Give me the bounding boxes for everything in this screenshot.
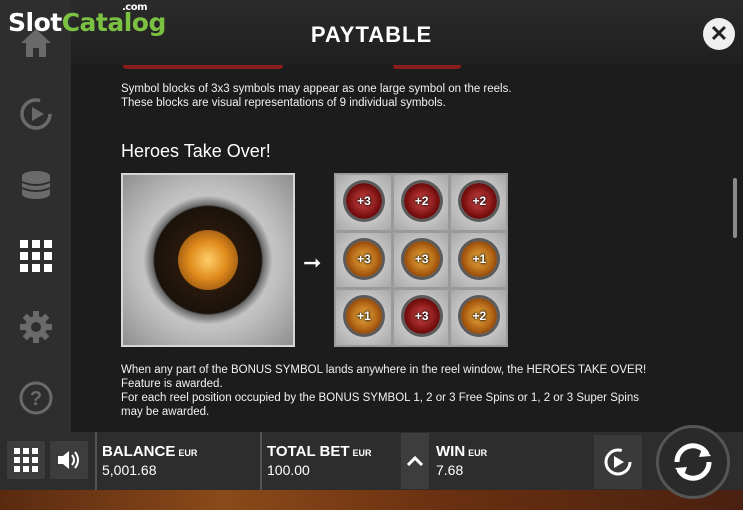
speaker-icon [58,451,79,469]
balance-value: 5,001.68 [102,462,157,478]
grid-cell: +3 [393,290,449,345]
spin-button[interactable] [656,425,730,499]
help-icon: ? [19,381,52,415]
win-unit: EUR [468,448,488,458]
divider [260,432,262,490]
spin-bonus-orb: +3 [403,298,440,335]
block-text-line-1: Symbol blocks of 3x3 symbols may appear … [121,83,512,95]
balance-label-text: BALANCE [102,443,176,460]
bonus-grid: +3 +2 +2 +3 +3 +1 +1 +3 +2 [334,173,508,347]
grid-icon [19,240,52,272]
total-bet-label-text: TOTAL BET [267,443,350,460]
logo-com-text: .com [122,2,148,13]
spin-bonus-orb: +2 [403,183,440,219]
autoplay-icon [604,448,632,476]
description-line-3: For each reel position occupied by the B… [121,392,639,404]
sidebar-item-help[interactable]: ? [0,368,71,428]
gear-icon [19,311,52,343]
total-bet-value: 100.00 [267,462,310,478]
chevron-up-icon [406,455,424,467]
spin-bonus-orb: +1 [346,298,382,335]
grid-icon [14,448,38,472]
block-text-line-2: These blocks are visual representations … [121,97,446,109]
spin-icon [674,443,712,481]
grid-cell: +1 [336,290,391,345]
bonus-symbol-image [121,173,295,347]
spin-bonus-orb: +3 [403,240,440,277]
grid-cell: +2 [393,175,449,230]
balance-label: BALANCE EUR [102,443,197,460]
autoplay-button[interactable] [594,435,642,489]
spin-bonus-orb: +3 [346,183,382,219]
grid-cell: +1 [451,232,506,288]
game-background-strip [0,490,743,510]
sidebar-item-replay[interactable] [0,84,71,144]
previous-section-edge [393,65,461,69]
description-line-4: may be awarded. [121,406,210,418]
spin-bonus-orb: +2 [461,183,498,219]
spin-bonus-orb: +2 [461,298,498,335]
paytable-content[interactable]: Symbol blocks of 3x3 symbols may appear … [71,65,743,432]
grid-cell: +3 [336,175,391,230]
menu-button[interactable] [7,441,45,479]
description-line-1: When any part of the BONUS SYMBOL lands … [121,364,647,376]
close-button[interactable]: ✕ [703,18,735,50]
coins-icon [21,171,50,199]
description-line-2: Feature is awarded. [121,378,223,390]
replay-icon [19,98,52,130]
previous-section-edge [123,65,283,69]
section-heading: Heroes Take Over! [121,141,271,161]
grid-cell: +2 [451,175,506,230]
sidebar-item-coins[interactable] [0,155,71,215]
win-value: 7.68 [436,462,464,478]
sidebar: ? [0,0,71,432]
win-label: WIN EUR [436,443,487,460]
total-bet-label: TOTAL BET EUR [267,443,372,460]
grid-cell: +3 [336,232,391,288]
bet-up-button[interactable] [401,433,429,489]
sound-button[interactable] [50,441,88,479]
sidebar-item-settings[interactable] [0,297,71,357]
sidebar-item-paytable[interactable] [0,226,71,286]
svg-text:?: ? [29,388,41,410]
spin-bonus-orb: +3 [346,240,382,277]
grid-cell: +2 [451,290,506,345]
bonus-ring [143,195,273,325]
balance-unit: EUR [178,448,198,458]
grid-cell: +3 [393,232,449,288]
scrollbar-thumb[interactable] [733,178,737,238]
divider [95,432,97,490]
spin-bonus-orb: +1 [461,240,498,277]
win-label-text: WIN [436,443,466,460]
atom-icon [178,230,238,290]
page-title: PAYTABLE [310,22,433,47]
total-bet-unit: EUR [352,448,372,458]
arrow-right-icon: ➞ [303,250,322,275]
